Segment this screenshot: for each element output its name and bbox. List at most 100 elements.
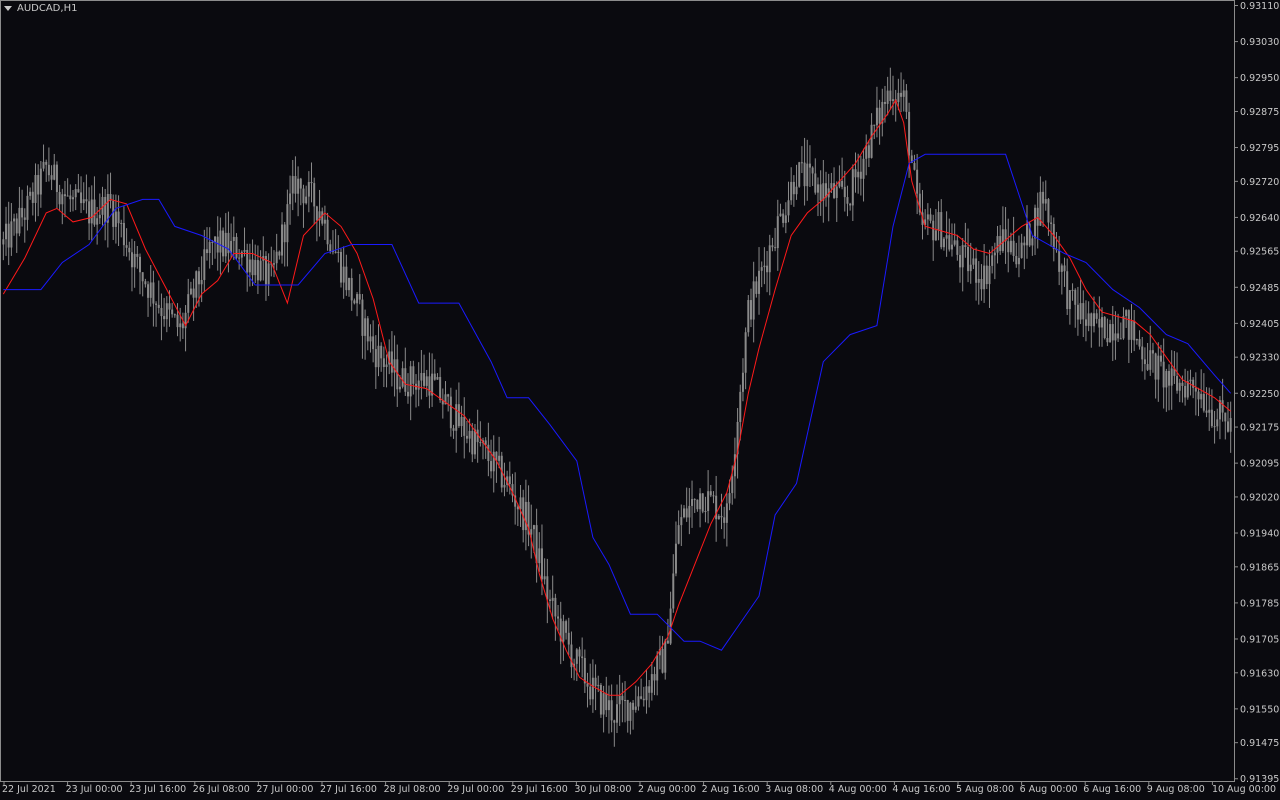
candle-body <box>650 674 653 693</box>
candle-body <box>602 693 605 715</box>
candle-body <box>996 236 999 253</box>
candle-body <box>741 372 744 392</box>
candle-body <box>1202 393 1205 411</box>
candle-body <box>281 224 284 256</box>
candle-body <box>7 223 10 248</box>
candle-body <box>940 212 943 248</box>
candle-body <box>1034 207 1037 239</box>
candle-body <box>1181 382 1184 386</box>
candle-body <box>487 444 490 462</box>
candle <box>1103 315 1106 340</box>
candle-body <box>859 171 862 179</box>
candle-body <box>691 499 694 506</box>
candle-body <box>1050 222 1053 224</box>
price-tick-label: 0.92330 <box>1240 353 1279 364</box>
candle-body <box>364 318 367 336</box>
candle-body <box>315 206 318 221</box>
candle-body <box>913 163 916 170</box>
candle-body <box>776 216 779 249</box>
candle-body <box>66 195 69 197</box>
candle-body <box>634 706 637 710</box>
candle-body <box>122 222 125 246</box>
candle-body <box>680 517 683 526</box>
candle-body <box>401 368 404 387</box>
candle-body <box>870 124 873 158</box>
candle-body <box>96 218 99 225</box>
candle-body <box>63 194 66 197</box>
candle-body <box>747 300 750 333</box>
candle-body <box>961 245 964 268</box>
time-tick-label: 26 Jul 08:00 <box>193 784 250 795</box>
candle-body <box>189 288 192 295</box>
time-tick-label: 27 Jul 16:00 <box>320 784 377 795</box>
candle-body <box>50 175 53 180</box>
candle <box>599 682 602 718</box>
candle <box>235 233 238 260</box>
candle-body <box>599 684 602 715</box>
candle-body <box>345 266 348 291</box>
candle-body <box>377 345 380 368</box>
candle-body <box>1079 303 1082 320</box>
candle-body <box>278 251 281 256</box>
candle-body <box>128 247 131 253</box>
price-tick-label: 0.92950 <box>1240 73 1279 84</box>
candle-body <box>720 515 723 518</box>
candle-body <box>717 515 720 520</box>
candle-body <box>1036 207 1039 226</box>
candle-body <box>1127 310 1130 340</box>
candle-body <box>983 265 986 290</box>
candle-body <box>1143 359 1146 365</box>
candle-body <box>849 203 852 206</box>
price-tick-label: 0.92485 <box>1240 283 1279 294</box>
candle-body <box>624 699 627 701</box>
candle-body <box>937 212 940 231</box>
candle-body <box>942 238 945 248</box>
candle-body <box>26 195 29 220</box>
candle-body <box>5 223 8 240</box>
candle-body <box>254 260 257 276</box>
candle-body <box>808 163 811 168</box>
candle-body <box>251 259 254 276</box>
candle-body <box>1125 310 1128 317</box>
candle-body <box>723 517 726 523</box>
candle-body <box>1009 240 1012 253</box>
candle-body <box>1012 240 1015 256</box>
candle-body <box>1042 191 1045 204</box>
candle-body <box>342 266 345 283</box>
price-tick-label: 0.91705 <box>1240 634 1279 645</box>
candle-body <box>294 176 297 194</box>
candle-body <box>758 270 761 294</box>
candle-body <box>916 169 919 194</box>
candle-body <box>1168 370 1171 386</box>
price-tick-label: 0.92565 <box>1240 247 1279 258</box>
candle-body <box>1194 387 1197 392</box>
candle-body <box>334 251 337 253</box>
time-tick-label: 28 Jul 08:00 <box>384 784 441 795</box>
time-axis[interactable]: 22 Jul 2021 23 Jul 00:00 23 Jul 16:00 26 Ju… <box>2 781 1276 795</box>
candle-body <box>597 684 600 687</box>
candle-body <box>479 442 482 444</box>
candle-body <box>1001 229 1004 251</box>
candle-body <box>629 702 632 721</box>
chart-symbol-header[interactable]: AUDCAD,H1 <box>4 3 77 14</box>
candle-body <box>465 435 468 439</box>
candle-body <box>2 239 5 245</box>
candle-body <box>29 191 32 196</box>
candle-body <box>857 171 860 178</box>
candle-body <box>219 230 222 253</box>
candle-body <box>61 194 64 205</box>
candle-body <box>664 640 667 673</box>
candle-body <box>1082 303 1085 320</box>
candle-body <box>1184 385 1187 398</box>
candle-body <box>1090 313 1093 327</box>
price-tick-label: 0.91550 <box>1240 704 1279 715</box>
dropdown-triangle-icon[interactable] <box>4 6 12 11</box>
candle-body <box>463 416 466 436</box>
candle-body <box>147 284 150 298</box>
candle-body <box>339 251 342 283</box>
candle-body <box>701 493 704 512</box>
price-chart[interactable]: 0.93110 0.93030 0.92950 0.92875 0.92795 0.927… <box>0 0 1280 800</box>
candle-body <box>58 191 61 205</box>
price-tick-label: 0.92875 <box>1240 107 1279 118</box>
candle-body <box>704 510 707 512</box>
